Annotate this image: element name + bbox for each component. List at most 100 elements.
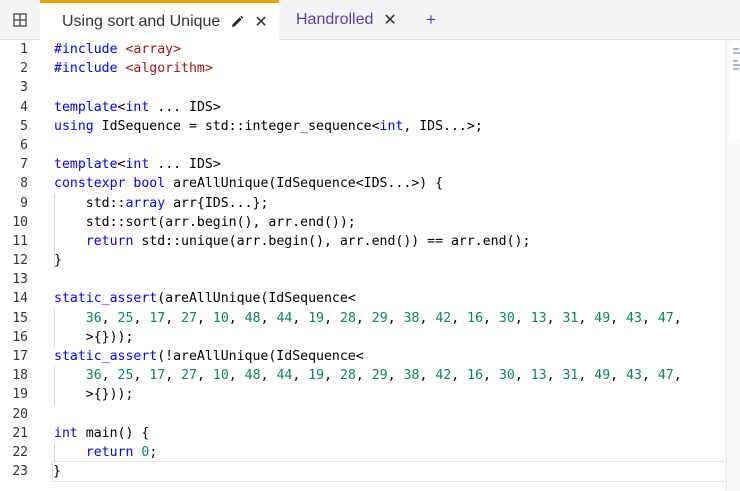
code-line[interactable]: >{})); [54, 328, 726, 347]
code-token: arr{IDS...}; [165, 195, 269, 211]
code-token: main() { [77, 425, 150, 441]
code-token: 49 [594, 310, 611, 326]
tab-using-sort-and-unique[interactable]: Using sort and Unique ✕ [40, 0, 279, 41]
code-token: , [292, 368, 309, 384]
code-token: , [387, 368, 404, 384]
code-area[interactable]: #include <array> #include <algorithm> tem… [52, 40, 727, 483]
close-icon[interactable]: ✕ [383, 10, 396, 30]
code-token: ... IDS> [149, 99, 221, 115]
code-token: (!areAllUnique(IdSequence< [157, 349, 364, 364]
code-token: , [292, 310, 309, 326]
line-number: 6 [20, 137, 28, 153]
code-token: 27 [181, 310, 197, 326]
code-token: 49 [594, 368, 611, 384]
code-line[interactable]: 36, 25, 17, 27, 10, 48, 44, 19, 28, 29, … [54, 309, 726, 328]
code-line[interactable]: template<int ... IDS> [54, 98, 726, 117]
code-token: 16 [467, 310, 484, 326]
code-token: , [133, 310, 150, 326]
code-token: } [53, 464, 61, 480]
code-token: , [324, 310, 341, 326]
code-token: std::unique(arr.begin(), arr.end()) == a… [133, 233, 531, 249]
code-line[interactable]: return std::unique(arr.begin(), arr.end(… [54, 232, 726, 251]
code-line[interactable]: } [54, 251, 726, 270]
code-token: , [260, 368, 277, 384]
code-token: 47 [657, 368, 674, 384]
code-line[interactable]: static_assert(areAllUnique(IdSequence< [54, 289, 726, 308]
code-editor[interactable]: 1 2 3 4 5 6 7 8 9 10 11 12 13 14 15 16 17 18 19 20 21 22 23 #i… [0, 40, 727, 491]
code-line[interactable] [54, 405, 726, 424]
code-line[interactable]: >{})); [54, 385, 726, 404]
code-line[interactable]: int main() { [54, 424, 726, 443]
code-token: std::sort(arr.begin(), arr.end()); [54, 214, 356, 230]
pencil-icon[interactable] [230, 15, 244, 29]
code-token: 29 [371, 310, 388, 326]
line-number: 21 [12, 425, 28, 441]
code-line[interactable]: #include <algorithm> [54, 59, 726, 78]
code-line[interactable] [54, 136, 726, 155]
code-token: , [641, 368, 658, 384]
code-token: 17 [149, 310, 166, 326]
code-token: IdSequence = std::integer_sequence< [93, 118, 380, 134]
code-line[interactable]: constexpr bool areAllUnique(IdSequence<I… [54, 174, 726, 193]
code-token: , [610, 368, 627, 384]
code-token: 27 [181, 368, 197, 384]
tab-label: Using sort and Unique [62, 13, 221, 30]
plus-icon[interactable]: + [426, 0, 440, 40]
code-token: ... IDS> [149, 157, 221, 173]
code-line[interactable] [54, 78, 726, 97]
line-number: 15 [12, 310, 28, 326]
line-number: 1 [20, 42, 28, 57]
line-number: 17 [12, 349, 28, 364]
code-token: , [483, 310, 499, 326]
line-number: 16 [12, 329, 28, 345]
line-number: 19 [12, 387, 28, 403]
close-icon[interactable]: ✕ [254, 12, 267, 32]
code-line[interactable]: std::sort(arr.begin(), arr.end()); [54, 213, 726, 232]
indent-guide [54, 443, 55, 463]
code-token: static_assert [54, 349, 158, 364]
code-line[interactable]: 36, 25, 17, 27, 10, 48, 44, 19, 28, 29, … [54, 366, 726, 385]
code-token: >{})); [54, 329, 134, 345]
code-token: , [165, 368, 182, 384]
code-token: , [355, 310, 372, 326]
code-token: , [419, 310, 436, 326]
code-line[interactable]: using IdSequence = std::integer_sequence… [54, 117, 726, 136]
code-token: , [514, 310, 531, 326]
minimap[interactable] [731, 42, 740, 138]
code-line[interactable]: #include <array> [54, 40, 726, 59]
code-token: , [451, 310, 468, 326]
line-number: 14 [12, 291, 28, 307]
code-token: 29 [371, 368, 388, 384]
code-token: 19 [308, 310, 325, 326]
code-token: , [546, 310, 563, 326]
code-line[interactable]: std::array arr{IDS...}; [54, 194, 726, 213]
code-token: , [228, 368, 245, 384]
code-line[interactable]: return 0; [54, 443, 726, 462]
code-line[interactable]: static_assert(!areAllUnique(IdSequence< [54, 347, 726, 366]
code-token: 44 [276, 368, 293, 384]
code-token: , [641, 310, 658, 326]
minimap-line [733, 48, 739, 50]
tab-handrolled[interactable]: Handrolled ✕ [280, 0, 404, 40]
layout-grid-icon[interactable] [0, 0, 40, 40]
code-token: , [419, 368, 436, 384]
code-token: , [165, 310, 182, 326]
code-line[interactable] [54, 270, 726, 289]
code-token: std:: [54, 195, 126, 211]
code-token: 42 [435, 368, 452, 384]
code-token: 31 [562, 310, 579, 326]
code-token: template [54, 99, 118, 115]
code-token: using [54, 118, 94, 134]
code-line[interactable]: } [52, 461, 727, 483]
code-token: 48 [244, 368, 261, 384]
code-token: } [54, 253, 62, 269]
code-token: , [514, 368, 531, 384]
tab-label: Handrolled [296, 11, 374, 28]
code-line[interactable]: template<int ... IDS> [54, 155, 726, 174]
code-token: 38 [403, 368, 420, 384]
code-token: 43 [626, 368, 642, 384]
code-token: 44 [276, 310, 293, 326]
code-token: 42 [435, 310, 452, 326]
